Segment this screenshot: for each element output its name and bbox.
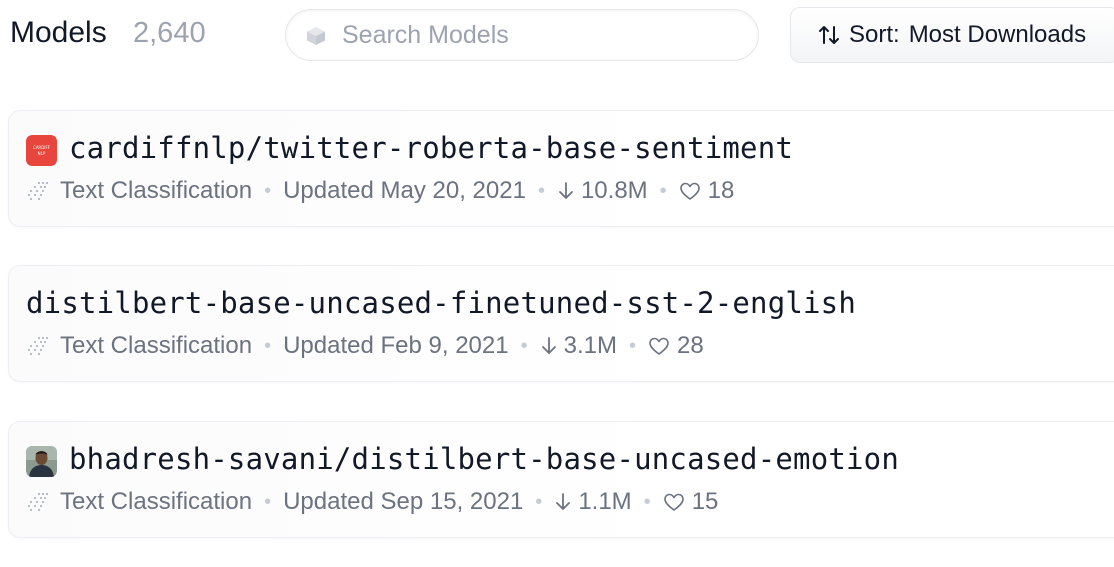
download-arrow-icon: [541, 337, 556, 354]
separator-dot: •: [264, 490, 272, 513]
like-count: 18: [707, 177, 735, 204]
task-label[interactable]: Text Classification: [60, 332, 252, 360]
sort-value: Most Downloads: [908, 21, 1087, 48]
model-card[interactable]: bhadresh-savani/distilbert-base-uncased-…: [8, 421, 1114, 538]
heart-icon: [663, 493, 684, 511]
search-box[interactable]: [285, 9, 759, 61]
separator-dot: •: [520, 334, 528, 357]
text-classification-icon: [28, 337, 48, 355]
task-label[interactable]: Text Classification: [60, 488, 252, 516]
separator-dot: •: [643, 490, 651, 513]
avatar-text-line-2: NLP: [38, 151, 46, 156]
heart-icon: [679, 182, 700, 200]
model-card[interactable]: CARDIFF NLP cardiffnlp/twitter-roberta-b…: [8, 110, 1114, 227]
page-title: Models: [10, 16, 107, 49]
cardiffnlp-logo: CARDIFF NLP: [26, 135, 57, 166]
separator-dot: •: [537, 179, 545, 202]
text-classification-icon: [28, 493, 48, 511]
separator-dot: •: [264, 334, 272, 357]
updated-date: Updated Feb 9, 2021: [283, 332, 509, 359]
download-count: 10.8M: [580, 177, 648, 204]
separator-dot: •: [264, 179, 272, 202]
model-name[interactable]: cardiffnlp/twitter-roberta-base-sentimen…: [69, 131, 793, 165]
separator-dot: •: [535, 490, 543, 513]
task-label[interactable]: Text Classification: [60, 177, 252, 205]
model-card[interactable]: distilbert-base-uncased-finetuned-sst-2-…: [8, 265, 1114, 382]
text-classification-icon: [28, 182, 48, 200]
download-count: 3.1M: [563, 332, 617, 359]
model-name[interactable]: distilbert-base-uncased-finetuned-sst-2-…: [26, 286, 856, 320]
model-meta: Text Classification • Updated Feb 9, 202…: [26, 332, 704, 360]
sort-button[interactable]: Sort: Most Downloads: [790, 7, 1114, 63]
download-arrow-icon: [559, 182, 573, 199]
model-meta: Text Classification • Updated May 20, 20…: [26, 177, 734, 205]
user-avatar-photo: [26, 446, 57, 477]
model-name[interactable]: bhadresh-savani/distilbert-base-uncased-…: [69, 442, 899, 476]
download-arrow-icon: [556, 493, 571, 510]
sort-label: Sort:: [849, 21, 900, 48]
model-count: 2,640: [133, 17, 206, 49]
updated-date: Updated May 20, 2021: [283, 177, 526, 204]
avatar-text-line-1: CARDIFF: [33, 145, 51, 150]
separator-dot: •: [659, 179, 667, 202]
download-count: 1.1M: [578, 488, 632, 515]
model-meta: Text Classification • Updated Sep 15, 20…: [26, 488, 718, 516]
cube-icon: [307, 27, 325, 45]
search-input[interactable]: [342, 10, 742, 60]
models-page: Models 2,640 Sort: Most Downloads CARDIF…: [0, 0, 1114, 567]
updated-date: Updated Sep 15, 2021: [283, 488, 524, 515]
heart-icon: [649, 337, 669, 355]
separator-dot: •: [628, 334, 636, 357]
sort-arrows-icon: [819, 26, 839, 44]
like-count: 15: [691, 488, 719, 515]
like-count: 28: [677, 332, 704, 359]
